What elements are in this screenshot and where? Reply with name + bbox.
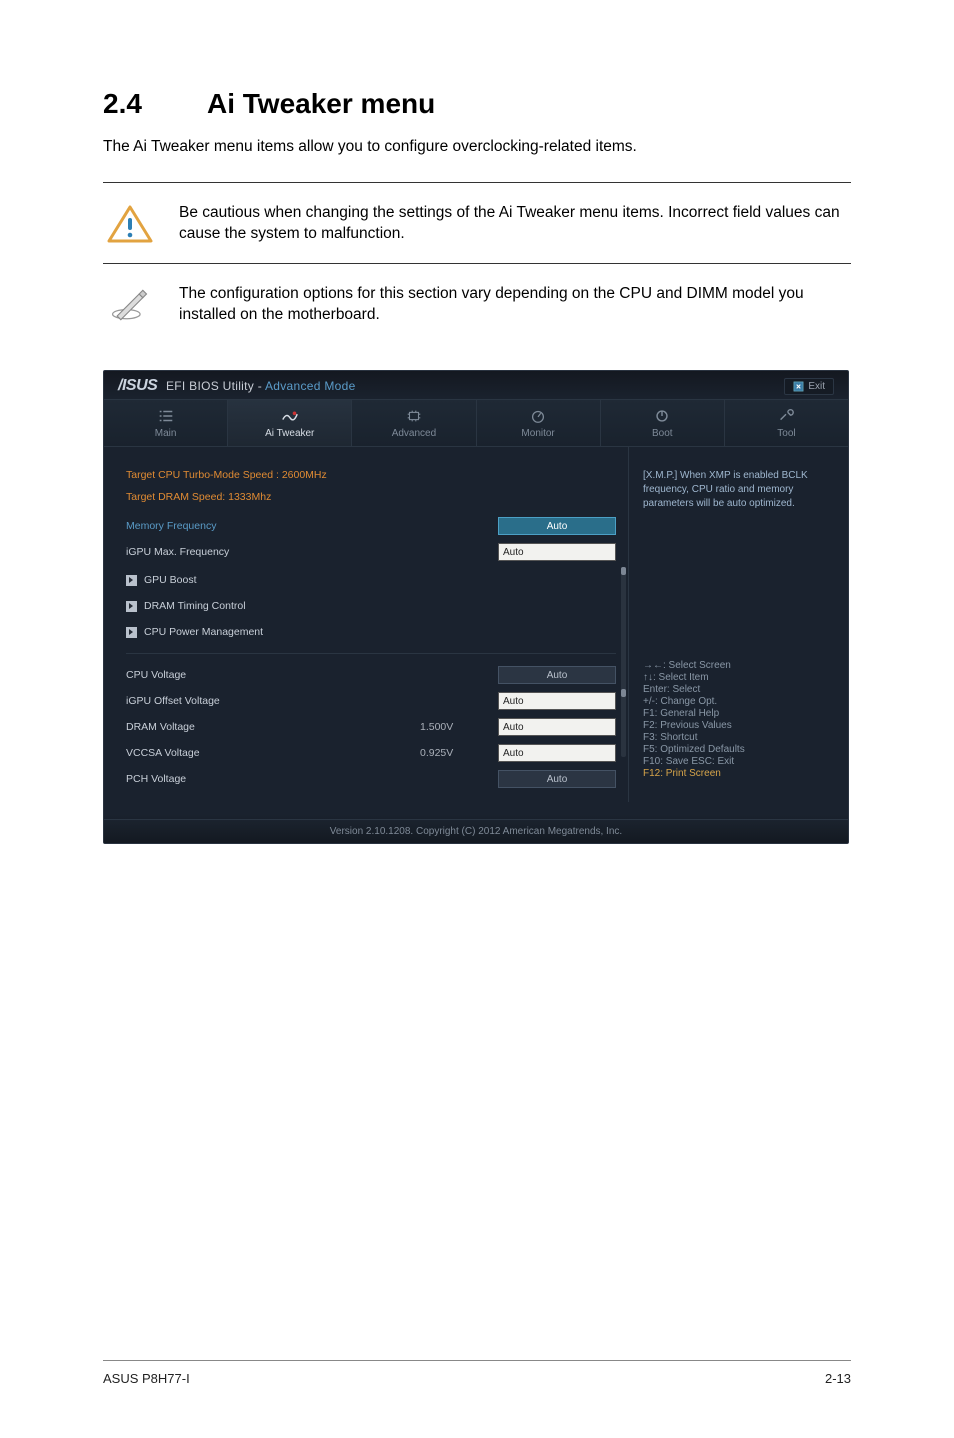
dram-voltage-value[interactable]: Auto bbox=[498, 718, 616, 736]
scroll-up-icon bbox=[621, 567, 626, 575]
pch-voltage-label: PCH Voltage bbox=[126, 773, 420, 785]
tab-main-label: Main bbox=[155, 428, 177, 439]
dram-voltage-reading: 1.500V bbox=[420, 721, 498, 733]
tab-tool[interactable]: Tool bbox=[725, 400, 848, 446]
key-f3: F3: Shortcut bbox=[643, 732, 834, 743]
memory-frequency-label: Memory Frequency bbox=[126, 520, 420, 532]
caution-text: Be cautious when changing the settings o… bbox=[179, 201, 851, 245]
bios-title: /ISUS EFI BIOS Utility - Advanced Mode bbox=[118, 377, 356, 395]
pch-voltage-row[interactable]: PCH Voltage Auto bbox=[126, 766, 616, 792]
heading-number: 2.4 bbox=[103, 88, 207, 120]
cpu-voltage-value[interactable]: Auto bbox=[498, 666, 616, 684]
key-f1: F1: General Help bbox=[643, 708, 834, 719]
scrollbar[interactable] bbox=[621, 567, 626, 757]
target-dram-info: Target DRAM Speed: 1333Mhz bbox=[126, 491, 616, 503]
tab-advanced-label: Advanced bbox=[392, 428, 436, 439]
exit-icon bbox=[793, 381, 804, 392]
tool-icon bbox=[777, 408, 795, 424]
chevron-right-icon bbox=[126, 627, 137, 638]
info-text: The configuration options for this secti… bbox=[179, 282, 851, 326]
vccsa-voltage-label: VCCSA Voltage bbox=[126, 747, 420, 759]
memory-frequency-value[interactable]: Auto bbox=[498, 517, 616, 535]
tab-tool-label: Tool bbox=[777, 428, 795, 439]
bios-screenshot: /ISUS EFI BIOS Utility - Advanced Mode E… bbox=[103, 370, 849, 844]
pen-icon bbox=[103, 282, 157, 328]
key-item: ↑↓: Select Item bbox=[643, 672, 834, 683]
vccsa-voltage-value[interactable]: Auto bbox=[498, 744, 616, 762]
dram-timing-label: DRAM Timing Control bbox=[144, 600, 246, 612]
tab-boot-label: Boot bbox=[652, 428, 673, 439]
cpu-power-submenu[interactable]: CPU Power Management bbox=[126, 621, 616, 643]
tab-aitweaker-label: Ai Tweaker bbox=[265, 428, 314, 439]
key-change: +/-: Change Opt. bbox=[643, 696, 834, 707]
bios-title-mode: Advanced Mode bbox=[265, 379, 356, 393]
igpu-offset-row[interactable]: iGPU Offset Voltage Auto bbox=[126, 688, 616, 714]
igpu-offset-value[interactable]: Auto bbox=[498, 692, 616, 710]
help-text: [X.M.P.] When XMP is enabled BCLK freque… bbox=[643, 469, 834, 659]
bios-title-prefix: EFI BIOS Utility - bbox=[166, 379, 265, 393]
cpu-voltage-row[interactable]: CPU Voltage Auto bbox=[126, 662, 616, 688]
bios-footer: Version 2.10.1208. Copyright (C) 2012 Am… bbox=[104, 819, 848, 843]
igpu-max-row[interactable]: iGPU Max. Frequency Auto bbox=[126, 539, 616, 565]
chip-icon bbox=[405, 408, 423, 424]
exit-button[interactable]: Exit bbox=[784, 378, 834, 395]
list-icon bbox=[157, 408, 175, 424]
monitor-icon bbox=[529, 408, 547, 424]
settings-pane: Target CPU Turbo-Mode Speed : 2600MHz Ta… bbox=[104, 447, 628, 802]
key-f12: F12: Print Screen bbox=[643, 768, 834, 779]
footer-right: 2-13 bbox=[825, 1371, 851, 1386]
pch-voltage-value[interactable]: Auto bbox=[498, 770, 616, 788]
tab-boot[interactable]: Boot bbox=[601, 400, 725, 446]
chevron-right-icon bbox=[126, 575, 137, 586]
memory-frequency-row[interactable]: Memory Frequency Auto bbox=[126, 513, 616, 539]
dram-voltage-row[interactable]: DRAM Voltage 1.500V Auto bbox=[126, 714, 616, 740]
page-footer: ASUS P8H77-I 2-13 bbox=[103, 1360, 851, 1386]
power-icon bbox=[653, 408, 671, 424]
footer-left: ASUS P8H77-I bbox=[103, 1371, 190, 1386]
dram-timing-submenu[interactable]: DRAM Timing Control bbox=[126, 595, 616, 617]
tab-monitor[interactable]: Monitor bbox=[477, 400, 601, 446]
asus-logo: /ISUS bbox=[118, 377, 157, 394]
key-f10: F10: Save ESC: Exit bbox=[643, 756, 834, 767]
igpu-max-value[interactable]: Auto bbox=[498, 543, 616, 561]
tab-bar: Main Ai Tweaker Advanced Monitor Boot To… bbox=[104, 399, 848, 447]
key-f2: F2: Previous Values bbox=[643, 720, 834, 731]
igpu-offset-label: iGPU Offset Voltage bbox=[126, 695, 420, 707]
help-pane: [X.M.P.] When XMP is enabled BCLK freque… bbox=[628, 447, 848, 802]
chevron-right-icon bbox=[126, 601, 137, 612]
exit-label: Exit bbox=[808, 381, 825, 392]
key-screen: →←: Select Screen bbox=[643, 660, 834, 671]
heading-title: Ai Tweaker menu bbox=[207, 88, 435, 119]
cpu-voltage-label: CPU Voltage bbox=[126, 669, 420, 681]
vccsa-voltage-row[interactable]: VCCSA Voltage 0.925V Auto bbox=[126, 740, 616, 766]
vccsa-voltage-reading: 0.925V bbox=[420, 747, 498, 759]
target-cpu-info: Target CPU Turbo-Mode Speed : 2600MHz bbox=[126, 469, 616, 481]
key-f5: F5: Optimized Defaults bbox=[643, 744, 834, 755]
tab-monitor-label: Monitor bbox=[521, 428, 554, 439]
intro-text: The Ai Tweaker menu items allow you to c… bbox=[103, 138, 851, 156]
bios-content: Target CPU Turbo-Mode Speed : 2600MHz Ta… bbox=[104, 447, 848, 802]
gpu-boost-label: GPU Boost bbox=[144, 574, 197, 586]
bios-header: /ISUS EFI BIOS Utility - Advanced Mode E… bbox=[104, 371, 848, 399]
cpu-power-label: CPU Power Management bbox=[144, 626, 263, 638]
gpu-boost-submenu[interactable]: GPU Boost bbox=[126, 569, 616, 591]
caution-note: Be cautious when changing the settings o… bbox=[103, 182, 851, 263]
dram-voltage-label: DRAM Voltage bbox=[126, 721, 420, 733]
tab-main[interactable]: Main bbox=[104, 400, 228, 446]
key-enter: Enter: Select bbox=[643, 684, 834, 695]
info-note: The configuration options for this secti… bbox=[103, 263, 851, 344]
tab-advanced[interactable]: Advanced bbox=[352, 400, 476, 446]
caution-icon bbox=[103, 201, 157, 247]
page-heading: 2.4Ai Tweaker menu bbox=[103, 88, 851, 120]
tweaker-icon bbox=[281, 408, 299, 424]
igpu-max-label: iGPU Max. Frequency bbox=[126, 546, 420, 558]
tab-aitweaker[interactable]: Ai Tweaker bbox=[228, 400, 352, 446]
key-legend: →←: Select Screen ↑↓: Select Item Enter:… bbox=[643, 659, 834, 780]
separator bbox=[126, 653, 616, 654]
scroll-down-icon bbox=[621, 689, 626, 697]
